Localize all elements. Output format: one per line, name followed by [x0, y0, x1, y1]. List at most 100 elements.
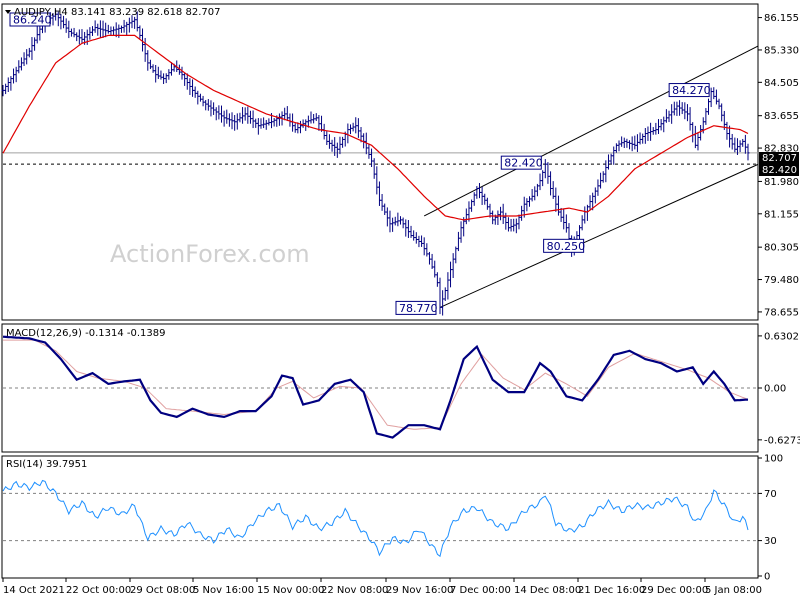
rsi-y-tick-label: 70 — [764, 489, 777, 500]
ohlc-bar — [301, 119, 305, 128]
ohlc-bar — [435, 272, 439, 287]
ohlc-bar — [4, 83, 8, 95]
ohlc-bar — [514, 218, 518, 234]
ohlc-bar — [422, 237, 426, 256]
ohlc-bar — [391, 217, 395, 232]
macd-y-tick-label: -0.6273 — [764, 435, 800, 446]
ohlc-bar — [622, 137, 626, 149]
moving-average-line — [2, 34, 749, 221]
ohlc-bar — [248, 110, 252, 124]
ohlc-bar — [235, 113, 239, 130]
ohlc-bar — [91, 26, 95, 36]
ohlc-bar — [649, 122, 653, 141]
ohlc-bar — [596, 179, 600, 196]
x-tick-label: 14 Oct 2021 — [3, 585, 65, 596]
ohlc-bar — [685, 104, 689, 122]
ohlc-bar — [96, 23, 100, 36]
ohlc-bar — [538, 173, 542, 191]
price-moving-average — [2, 34, 749, 221]
rsi-y-tick-label: 100 — [764, 454, 783, 465]
ohlc-bar — [298, 120, 302, 134]
price-y-tick-label: 83.655 — [764, 111, 799, 122]
annotation-label: 78.770 — [399, 302, 438, 315]
watermark: ActionForex.com — [110, 240, 310, 268]
ohlc-bar — [77, 29, 81, 45]
ohlc-bar — [348, 124, 352, 135]
ohlc-bar — [351, 122, 355, 132]
ohlc-bar — [204, 99, 208, 111]
x-tick-label: 15 Nov 00:00 — [257, 585, 324, 596]
ohlc-bar — [388, 210, 392, 233]
ohlc-bar — [730, 133, 734, 150]
price-ohlc-bars — [1, 9, 750, 316]
ohlc-bar — [628, 140, 632, 150]
ohlc-bar — [659, 119, 663, 131]
ohlc-bar — [330, 139, 334, 152]
ohlc-bar — [441, 290, 445, 316]
ohlc-bar — [599, 172, 603, 189]
ohlc-bar — [38, 24, 42, 41]
ohlc-bar — [438, 277, 442, 315]
ohlc-bar — [580, 215, 584, 231]
ohlc-bar — [335, 142, 339, 158]
ohlc-bar — [541, 170, 545, 187]
x-tick-label: 7 Dec 00:00 — [450, 585, 511, 596]
ohlc-bar — [733, 137, 737, 153]
ohlc-bar — [206, 99, 210, 111]
ohlc-bar — [151, 64, 155, 73]
ohlc-bar — [483, 193, 487, 205]
ohlc-bar — [635, 134, 639, 152]
ohlc-bar — [75, 32, 79, 42]
ohlc-bar — [98, 20, 102, 38]
ohlc-bar — [125, 21, 129, 35]
ohlc-bar — [509, 218, 513, 232]
ohlc-bar — [341, 136, 345, 148]
macd-panel-header: MACD(12,26,9) -0.1314 -0.1389 — [6, 328, 166, 339]
ohlc-bar — [267, 118, 271, 126]
ohlc-bar — [198, 93, 202, 102]
rsi-panel-frame — [1, 455, 759, 579]
rsi-path — [2, 479, 749, 558]
ohlc-bar — [35, 25, 39, 44]
ohlc-bar — [512, 218, 516, 232]
ohlc-bar — [670, 104, 674, 124]
ohlc-bar — [6, 77, 10, 92]
channel-upper-line — [423, 45, 759, 217]
ohlc-bar — [354, 117, 358, 134]
ohlc-bar — [217, 105, 221, 120]
ohlc-bar — [499, 206, 503, 221]
ohlc-bar — [64, 18, 68, 33]
ohlc-bar — [167, 69, 171, 80]
ohlc-bar — [477, 183, 481, 199]
ohlc-bar — [256, 118, 260, 135]
price-y-tick-label: 84.505 — [764, 78, 799, 89]
ohlc-bar — [720, 103, 724, 122]
ohlc-bar — [430, 253, 434, 269]
price-y-tick-label: 81.155 — [764, 209, 799, 220]
ohlc-bar — [327, 134, 331, 149]
ohlc-bar — [675, 101, 679, 116]
ohlc-bar — [643, 128, 647, 144]
ohlc-bar — [254, 118, 258, 128]
ohlc-bar — [69, 28, 73, 37]
ohlc-bar — [162, 73, 166, 85]
ohlc-bar — [88, 27, 92, 40]
ohlc-bar — [212, 102, 216, 115]
ohlc-bar — [12, 68, 16, 84]
ohlc-bar — [314, 113, 318, 122]
ohlc-bar — [230, 112, 234, 130]
annotation-label: 82.420 — [504, 157, 543, 170]
ohlc-bar — [741, 138, 745, 147]
macd-lines — [2, 335, 749, 439]
ohlc-bar — [485, 197, 489, 210]
rsi-line — [2, 479, 749, 558]
ohlc-bar — [417, 235, 421, 248]
ohlc-bar — [725, 121, 729, 140]
ohlc-bar — [633, 135, 637, 150]
ohlc-bar — [420, 235, 424, 247]
ohlc-bar — [578, 225, 582, 241]
ohlc-bar — [451, 253, 455, 279]
ohlc-bar — [33, 37, 37, 51]
ohlc-bar — [322, 123, 326, 140]
ohlc-bar — [25, 49, 29, 65]
